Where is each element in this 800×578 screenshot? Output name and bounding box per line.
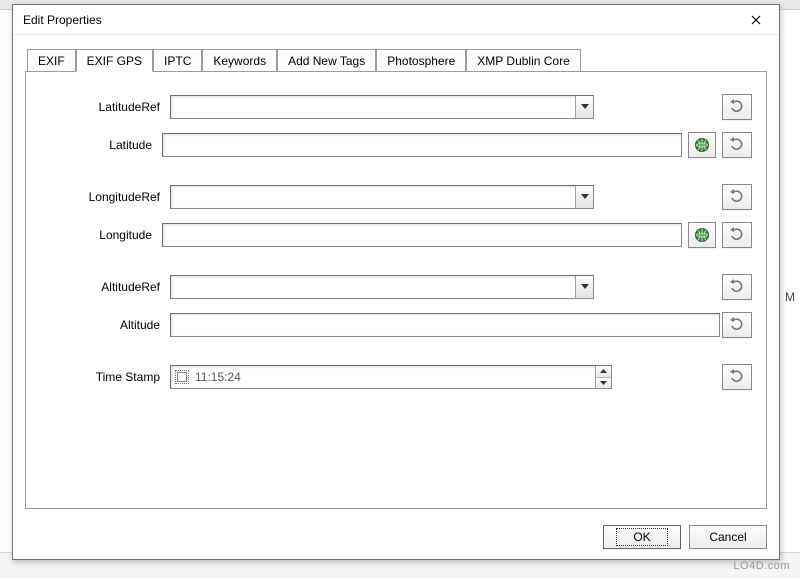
cancel-button[interactable]: Cancel — [689, 525, 767, 549]
dialog-button-row: OK Cancel — [13, 517, 779, 559]
latitude-ref-combo[interactable] — [170, 95, 594, 119]
tab-photosphere[interactable]: Photosphere — [376, 49, 466, 71]
label-time-stamp: Time Stamp — [40, 370, 170, 384]
watermark: LO4D.com — [733, 560, 790, 572]
undo-icon — [729, 369, 745, 385]
altitude-ref-combo[interactable] — [170, 275, 594, 299]
bg-char: M — [785, 290, 795, 304]
tab-keywords[interactable]: Keywords — [202, 49, 277, 71]
undo-altitude[interactable] — [722, 312, 752, 338]
time-stamp-value: 11:15:24 — [195, 370, 241, 384]
undo-icon — [729, 279, 745, 295]
chevron-up-icon — [600, 369, 607, 373]
altitude-input[interactable] — [170, 313, 720, 337]
close-button[interactable] — [739, 9, 773, 31]
label-altitude: Altitude — [40, 318, 170, 332]
globe-icon — [694, 137, 710, 153]
tab-panel-exif-gps: LatitudeRef Latitude — [25, 71, 767, 509]
longitude-ref-drop[interactable] — [575, 186, 593, 208]
map-picker-longitude[interactable] — [688, 222, 716, 248]
undo-icon — [729, 137, 745, 153]
longitude-input[interactable] — [162, 223, 682, 247]
longitude-ref-combo[interactable] — [170, 185, 594, 209]
undo-longitude-ref[interactable] — [722, 184, 752, 210]
edit-properties-dialog: Edit Properties EXIF EXIF GPS IPTC Keywo… — [12, 4, 780, 560]
globe-icon — [694, 227, 710, 243]
chevron-down-icon — [581, 284, 589, 290]
undo-latitude[interactable] — [722, 132, 752, 158]
label-longitude: Longitude — [40, 228, 162, 242]
tabstrip: EXIF EXIF GPS IPTC Keywords Add New Tags… — [25, 47, 767, 71]
window-title: Edit Properties — [23, 13, 739, 27]
tab-exif[interactable]: EXIF — [27, 49, 76, 71]
undo-altitude-ref[interactable] — [722, 274, 752, 300]
undo-icon — [729, 99, 745, 115]
latitude-ref-drop[interactable] — [575, 96, 593, 118]
time-stamp-up[interactable] — [596, 366, 611, 377]
close-icon — [751, 15, 761, 25]
tab-add-new-tags[interactable]: Add New Tags — [277, 49, 376, 71]
titlebar: Edit Properties — [13, 5, 779, 35]
label-longitude-ref: LongitudeRef — [40, 190, 170, 204]
label-latitude: Latitude — [40, 138, 162, 152]
map-picker-latitude[interactable] — [688, 132, 716, 158]
label-altitude-ref: AltitudeRef — [40, 280, 170, 294]
tab-iptc[interactable]: IPTC — [153, 49, 202, 71]
time-stamp-field[interactable]: 11:15:24 — [170, 365, 612, 389]
time-stamp-checkbox[interactable] — [175, 370, 189, 384]
chevron-down-icon — [581, 194, 589, 200]
tab-exif-gps[interactable]: EXIF GPS — [76, 49, 153, 72]
altitude-ref-drop[interactable] — [575, 276, 593, 298]
latitude-input[interactable] — [162, 133, 682, 157]
time-stamp-down[interactable] — [596, 377, 611, 389]
undo-icon — [729, 189, 745, 205]
undo-icon — [729, 227, 745, 243]
undo-icon — [729, 317, 745, 333]
chevron-down-icon — [600, 381, 607, 385]
chevron-down-icon — [581, 104, 589, 110]
ok-button[interactable]: OK — [603, 525, 681, 549]
undo-latitude-ref[interactable] — [722, 94, 752, 120]
tab-xmp-dublin-core[interactable]: XMP Dublin Core — [466, 49, 580, 71]
undo-time-stamp[interactable] — [722, 364, 752, 390]
label-latitude-ref: LatitudeRef — [40, 100, 170, 114]
undo-longitude[interactable] — [722, 222, 752, 248]
